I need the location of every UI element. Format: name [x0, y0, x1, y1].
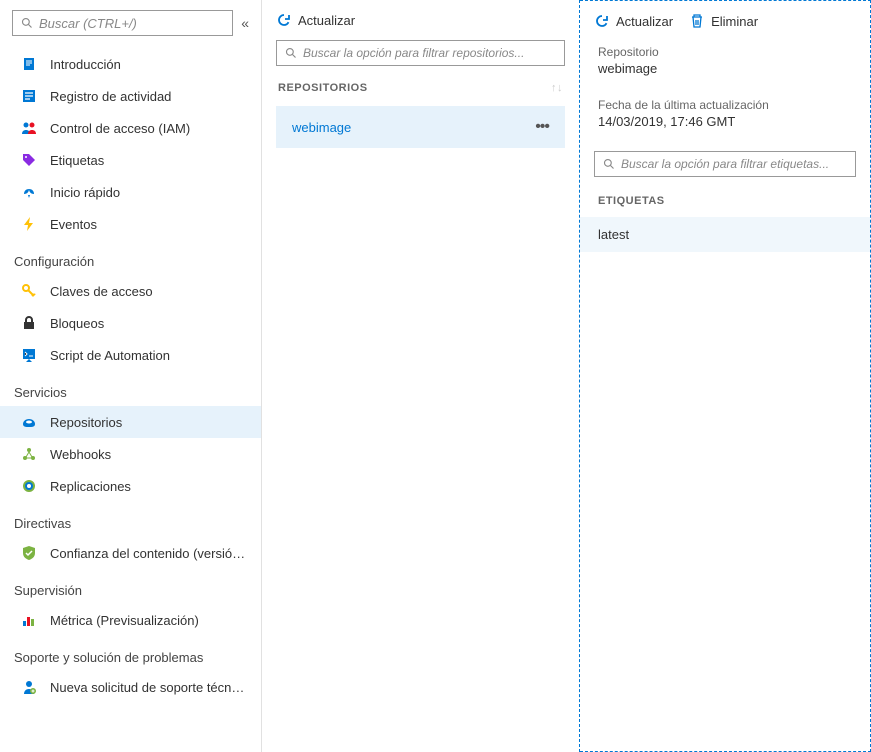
repo-list-header[interactable]: REPOSITORIOS ↑↓ — [262, 74, 579, 102]
webhooks-icon — [20, 445, 38, 463]
right-toolbar: Actualizar Eliminar — [580, 1, 870, 41]
key-icon — [20, 282, 38, 300]
detail-updated-value: 14/03/2019, 17:46 GMT — [598, 114, 852, 129]
delete-label: Eliminar — [711, 14, 758, 29]
nav-item-introduccion[interactable]: Introducción — [0, 48, 261, 80]
nav-group-supervision: Supervisión Métrica (Previsualización) — [0, 569, 261, 636]
trash-icon — [689, 13, 705, 29]
search-icon — [21, 17, 33, 29]
nav-item-repositorios[interactable]: Repositorios — [0, 406, 261, 438]
nav-item-eventos[interactable]: Eventos — [0, 208, 261, 240]
nav-label: Bloqueos — [50, 316, 247, 331]
nav-label: Nueva solicitud de soporte técnico — [50, 680, 247, 695]
nav-item-etiquetas[interactable]: Etiquetas — [0, 144, 261, 176]
repo-filter-input[interactable]: Buscar la opción para filtrar repositori… — [276, 40, 565, 66]
quickstart-icon — [20, 183, 38, 201]
nav-group-directivas: Directivas Confianza del contenido (vers… — [0, 502, 261, 569]
events-icon — [20, 215, 38, 233]
section-title: Servicios — [0, 375, 261, 406]
detail-repo-value: webimage — [598, 61, 852, 76]
nav-label: Inicio rápido — [50, 185, 247, 200]
search-icon — [285, 47, 297, 59]
tag-name: latest — [598, 227, 629, 242]
detail-updated-label: Fecha de la última actualización — [598, 98, 852, 112]
search-icon — [603, 158, 615, 170]
nav-label: Registro de actividad — [50, 89, 247, 104]
delete-button[interactable]: Eliminar — [689, 13, 758, 29]
nav-item-claves-acceso[interactable]: Claves de acceso — [0, 275, 261, 307]
metrics-icon — [20, 611, 38, 629]
nav-item-bloqueos[interactable]: Bloqueos — [0, 307, 261, 339]
nav-label: Webhooks — [50, 447, 247, 462]
repo-item-webimage[interactable]: webimage ••• — [276, 106, 565, 148]
repo-detail-panel: Actualizar Eliminar Repositorio webimage… — [580, 0, 871, 752]
sidebar-search-input[interactable]: Buscar (CTRL+/) — [12, 10, 233, 36]
sidebar-search-wrapper: Buscar (CTRL+/) « — [0, 0, 261, 44]
tag-filter-wrapper: Buscar la opción para filtrar etiquetas.… — [580, 141, 870, 185]
repo-context-menu-button[interactable]: ••• — [535, 118, 549, 136]
nav-item-inicio-rapido[interactable]: Inicio rápido — [0, 176, 261, 208]
repo-header-label: REPOSITORIOS — [278, 82, 368, 94]
section-title: Soporte y solución de problemas — [0, 640, 261, 671]
nav-item-control-acceso[interactable]: Control de acceso (IAM) — [0, 112, 261, 144]
tags-header[interactable]: ETIQUETAS — [580, 185, 870, 217]
nav-item-registro-actividad[interactable]: Registro de actividad — [0, 80, 261, 112]
section-title: Directivas — [0, 506, 261, 537]
repositories-panel: Actualizar Buscar la opción para filtrar… — [262, 0, 580, 752]
tag-filter-input[interactable]: Buscar la opción para filtrar etiquetas.… — [594, 151, 856, 177]
section-title: Supervisión — [0, 573, 261, 604]
refresh-label: Actualizar — [616, 14, 673, 29]
sidebar: Buscar (CTRL+/) « Introducción Registro … — [0, 0, 262, 752]
detail-repo: Repositorio webimage — [580, 41, 870, 88]
refresh-icon — [594, 13, 610, 29]
activity-icon — [20, 87, 38, 105]
sort-icon: ↑↓ — [551, 82, 563, 94]
replications-icon — [20, 477, 38, 495]
lock-icon — [20, 314, 38, 332]
nav-label: Confianza del contenido (versión... — [50, 546, 247, 561]
nav-group-configuracion: Configuración Claves de acceso Bloqueos … — [0, 240, 261, 371]
nav-item-metrica[interactable]: Métrica (Previsualización) — [0, 604, 261, 636]
nav-label: Métrica (Previsualización) — [50, 613, 247, 628]
tag-filter-placeholder: Buscar la opción para filtrar etiquetas.… — [621, 157, 829, 171]
nav-label: Claves de acceso — [50, 284, 247, 299]
nav-label: Eventos — [50, 217, 247, 232]
nav-item-nueva-solicitud[interactable]: Nueva solicitud de soporte técnico — [0, 671, 261, 703]
refresh-button[interactable]: Actualizar — [276, 12, 355, 28]
nav-label: Introducción — [50, 57, 247, 72]
refresh-label: Actualizar — [298, 13, 355, 28]
tag-icon — [20, 151, 38, 169]
nav-item-replicaciones[interactable]: Replicaciones — [0, 470, 261, 502]
nav-label: Control de acceso (IAM) — [50, 121, 247, 136]
nav-label: Script de Automation — [50, 348, 247, 363]
nav-label: Replicaciones — [50, 479, 247, 494]
tag-item-latest[interactable]: latest — [580, 217, 870, 252]
shield-icon — [20, 544, 38, 562]
nav-group-overview: Introducción Registro de actividad Contr… — [0, 44, 261, 240]
iam-icon — [20, 119, 38, 137]
nav-group-soporte: Soporte y solución de problemas Nueva so… — [0, 636, 261, 703]
nav-label: Repositorios — [50, 415, 247, 430]
nav-item-script-automation[interactable]: Script de Automation — [0, 339, 261, 371]
refresh-button[interactable]: Actualizar — [594, 13, 673, 29]
nav-item-webhooks[interactable]: Webhooks — [0, 438, 261, 470]
automation-icon — [20, 346, 38, 364]
sidebar-search-placeholder: Buscar (CTRL+/) — [39, 16, 137, 31]
refresh-icon — [276, 12, 292, 28]
repo-filter-placeholder: Buscar la opción para filtrar repositori… — [303, 46, 524, 60]
repo-name: webimage — [292, 120, 351, 135]
section-title: Configuración — [0, 244, 261, 275]
info-icon — [20, 55, 38, 73]
collapse-sidebar-button[interactable]: « — [241, 15, 249, 31]
nav-group-servicios: Servicios Repositorios Webhooks Replicac… — [0, 371, 261, 502]
middle-toolbar: Actualizar — [262, 0, 579, 40]
repositories-icon — [20, 413, 38, 431]
repo-filter-wrapper: Buscar la opción para filtrar repositori… — [262, 40, 579, 74]
nav-item-confianza-contenido[interactable]: Confianza del contenido (versión... — [0, 537, 261, 569]
support-icon — [20, 678, 38, 696]
detail-updated: Fecha de la última actualización 14/03/2… — [580, 94, 870, 141]
nav-label: Etiquetas — [50, 153, 247, 168]
detail-repo-label: Repositorio — [598, 45, 852, 59]
